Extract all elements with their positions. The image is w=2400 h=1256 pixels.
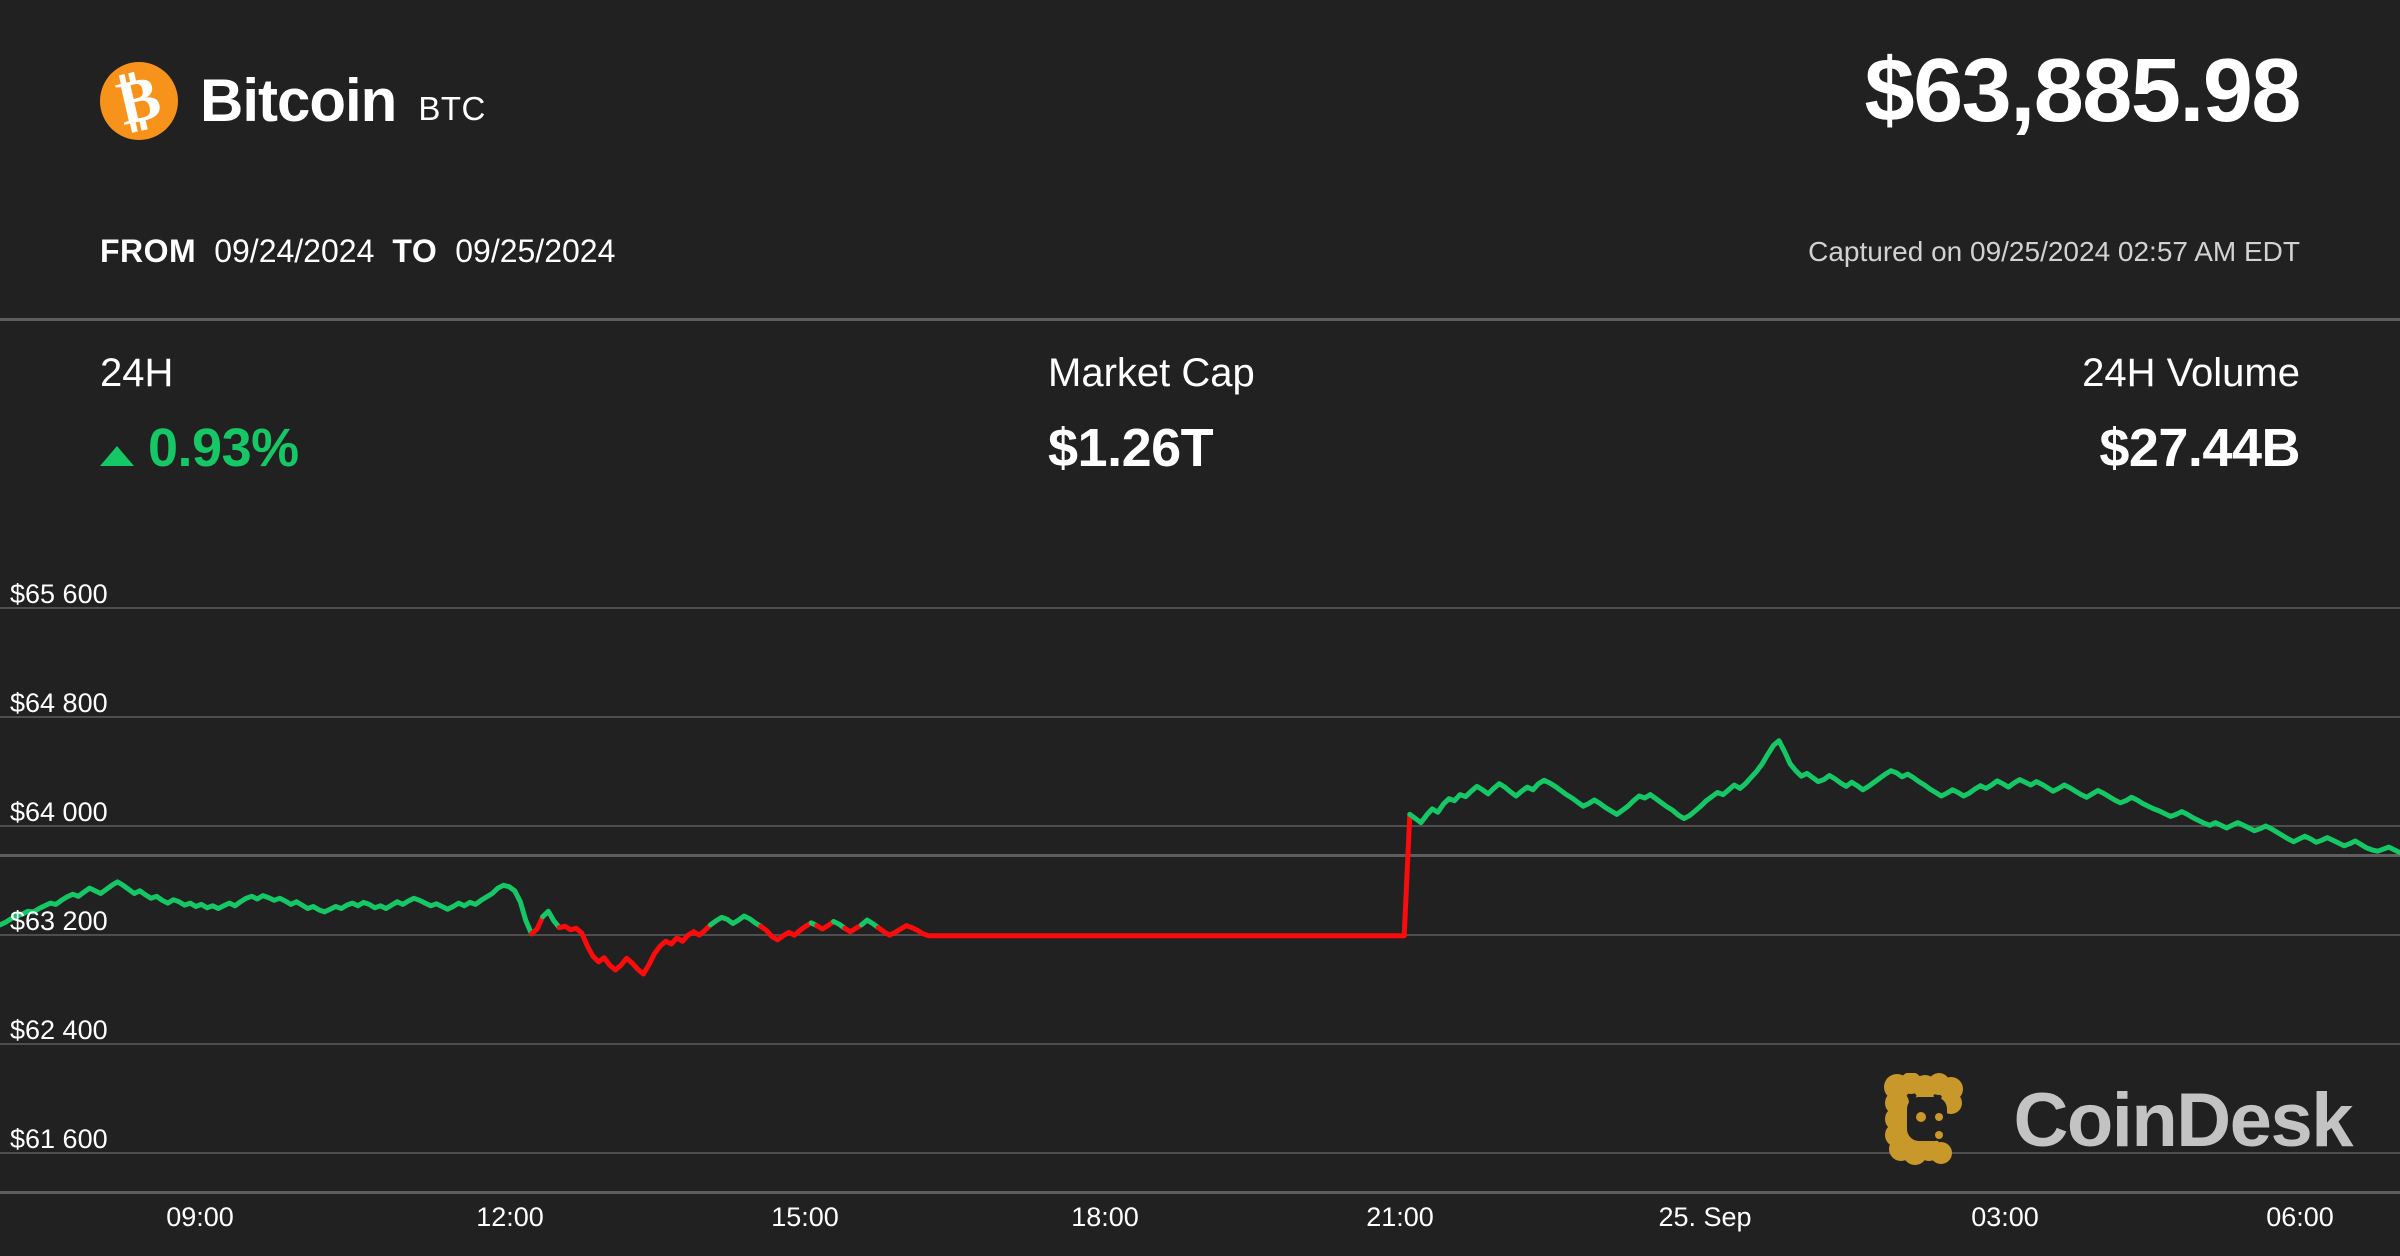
stat-market-cap: Market Cap $1.26T [1048, 353, 1255, 475]
stats-row: 24H 0.93% Market Cap $1.26T 24H Volume $… [0, 321, 2400, 857]
x-axis-labels: 09:00 12:00 15:00 18:00 21:00 25. Sep 03:00 06:… [0, 1204, 2400, 1254]
stat-24h-volume: 24H Volume $27.44B [2082, 353, 2300, 475]
coin-identity: ₿ Bitcoin BTC [100, 62, 486, 140]
coindesk-mark-icon [1884, 1073, 1964, 1165]
y-axis-tick-label: $63 200 [10, 906, 108, 937]
x-axis-tick-label: 15:00 [771, 1202, 839, 1232]
stat-market-cap-label: Market Cap [1048, 351, 1255, 395]
price-line-up-segment [711, 916, 761, 926]
coindesk-wordmark: CoinDesk [2013, 1078, 2353, 1163]
range-from-label: FROM [100, 233, 197, 269]
price-line-up-segment [543, 911, 560, 927]
triangle-up-icon [100, 446, 134, 466]
price-line-down-segment [817, 922, 834, 930]
stat-24h-volume-label: 24H Volume [2082, 351, 2300, 395]
coin-name: Bitcoin [200, 67, 397, 134]
bitcoin-glyph: ₿ [111, 63, 167, 139]
y-axis-tick-label: $61 600 [10, 1124, 108, 1155]
x-axis-tick-label: 09:00 [166, 1202, 234, 1232]
date-range: FROM 09/24/2024 TO 09/25/2024 [100, 235, 615, 267]
coindesk-watermark: CoinDesk [1881, 1073, 2353, 1169]
bitcoin-icon: ₿ [100, 62, 178, 140]
x-axis-tick-label: 21:00 [1366, 1202, 1434, 1232]
price-line-down-segment [559, 925, 710, 974]
x-axis-line [0, 1191, 2400, 1194]
price-line-down-segment [532, 917, 543, 934]
price-line-down-segment [761, 923, 811, 940]
x-axis-tick-label: 06:00 [2266, 1202, 2334, 1232]
coin-ticker: BTC [418, 90, 486, 127]
y-axis-tick-label: $62 400 [10, 1015, 108, 1046]
price-line-down-segment [878, 814, 1410, 935]
current-price: $63,885.98 [1864, 41, 2302, 141]
price-line-up-segment [1410, 741, 2400, 853]
price-line-down-segment [845, 925, 862, 932]
x-axis-tick-label: 18:00 [1071, 1202, 1139, 1232]
x-axis-tick-label: 03:00 [1971, 1202, 2039, 1232]
stat-24h-change-value: 0.93% [148, 418, 299, 478]
price-line-up-segment [862, 920, 879, 928]
stat-24h-change-label: 24H [100, 351, 174, 395]
stat-market-cap-value: $1.26T [1048, 418, 1214, 478]
header: ₿ Bitcoin BTC $63,885.98 FROM 09/24/2024… [0, 0, 2400, 321]
y-axis-tick-label: $64 800 [10, 687, 108, 718]
x-axis-tick-label: 12:00 [476, 1202, 544, 1232]
range-to-label: TO [392, 233, 438, 269]
range-to-value: 09/25/2024 [455, 233, 616, 269]
y-axis-tick-label: $65 600 [10, 578, 108, 609]
stat-24h-change: 24H 0.93% [100, 353, 299, 475]
x-axis-tick-label: 25. Sep [1658, 1202, 1752, 1232]
captured-timestamp: Captured on 09/25/2024 02:57 AM EDT [1808, 236, 2300, 267]
y-axis-tick-label: $64 000 [10, 796, 108, 827]
range-from-value: 09/24/2024 [214, 233, 375, 269]
stat-24h-volume-value: $27.44B [2099, 418, 2300, 478]
